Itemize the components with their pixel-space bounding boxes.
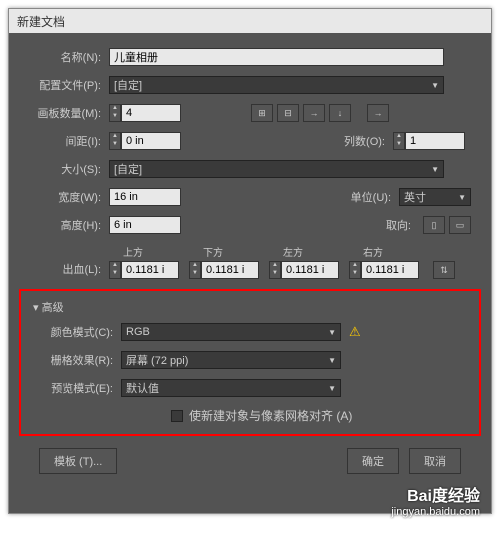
height-label: 高度(H): <box>29 217 109 233</box>
size-value: [自定] <box>114 161 142 177</box>
artboards-spinner[interactable]: ▲▼ <box>109 104 121 122</box>
spacing-spinner[interactable]: ▲▼ <box>109 132 121 150</box>
bleed-top-input[interactable] <box>121 261 179 279</box>
size-label: 大小(S): <box>29 161 109 177</box>
chevron-down-icon: ▼ <box>431 165 439 174</box>
bleed-right-spinner[interactable]: ▲▼ <box>349 261 361 279</box>
profile-label: 配置文件(P): <box>29 77 109 93</box>
watermark-logo: Bai度经验 <box>391 482 480 506</box>
units-label: 单位(U): <box>334 189 399 205</box>
width-input[interactable] <box>109 188 181 206</box>
name-input[interactable] <box>109 48 444 66</box>
dialog-title: 新建文档 <box>9 9 491 33</box>
chevron-down-icon: ▼ <box>458 193 466 202</box>
align-pixel-label: 使新建对象与像素网格对齐 (A) <box>189 407 352 424</box>
spacing-label: 间距(I): <box>29 133 109 149</box>
preview-select[interactable]: 默认值 ▼ <box>121 379 341 397</box>
artboards-label: 画板数量(M): <box>29 105 109 121</box>
new-document-dialog: 新建文档 名称(N): 配置文件(P): [自定] ▼ 画板数量(M): ▲▼ ⊞… <box>8 8 492 514</box>
template-button[interactable]: 模板 (T)... <box>39 448 117 474</box>
bleed-right-label: 右方 <box>363 244 383 259</box>
bleed-left-input[interactable] <box>281 261 339 279</box>
columns-spinner[interactable]: ▲▼ <box>393 132 405 150</box>
spacing-input[interactable] <box>121 132 181 150</box>
preview-value: 默认值 <box>126 380 159 396</box>
warning-icon: ⚠ <box>349 324 361 340</box>
colormode-label: 颜色模式(C): <box>41 324 121 340</box>
row-arrange-icon[interactable]: ⊟ <box>277 104 299 122</box>
units-select[interactable]: 英寸 ▼ <box>399 188 471 206</box>
direction-icon[interactable]: → <box>367 104 389 122</box>
bleed-top-spinner[interactable]: ▲▼ <box>109 261 121 279</box>
bleed-label: 出血(L): <box>29 261 109 277</box>
advanced-section: ▾ 高级 颜色模式(C): RGB ▼ ⚠ 栅格效果(R): 屏幕 (72 ppi… <box>19 289 481 436</box>
raster-select[interactable]: 屏幕 (72 ppi) ▼ <box>121 351 341 369</box>
colormode-select[interactable]: RGB ▼ <box>121 323 341 341</box>
advanced-title[interactable]: ▾ 高级 <box>33 299 479 315</box>
watermark-url: jingyan.baidu.com <box>391 506 480 518</box>
raster-label: 栅格效果(R): <box>41 352 121 368</box>
bleed-right-input[interactable] <box>361 261 419 279</box>
width-label: 宽度(W): <box>29 189 109 205</box>
bleed-bottom-label: 下方 <box>203 244 223 259</box>
bleed-bottom-spinner[interactable]: ▲▼ <box>189 261 201 279</box>
columns-input[interactable] <box>405 132 465 150</box>
chevron-down-icon: ▼ <box>328 356 336 365</box>
watermark: Bai度经验 jingyan.baidu.com <box>391 482 480 518</box>
columns-label: 列数(O): <box>328 133 393 149</box>
chevron-down-icon: ▼ <box>431 81 439 90</box>
ok-button[interactable]: 确定 <box>347 448 399 474</box>
chevron-down-icon: ▼ <box>328 328 336 337</box>
name-label: 名称(N): <box>29 49 109 65</box>
bleed-bottom-input[interactable] <box>201 261 259 279</box>
chevron-down-icon: ▼ <box>328 384 336 393</box>
bleed-left-spinner[interactable]: ▲▼ <box>269 261 281 279</box>
portrait-icon[interactable]: ▯ <box>423 216 445 234</box>
bleed-left-label: 左方 <box>283 244 303 259</box>
profile-select[interactable]: [自定] ▼ <box>109 76 444 94</box>
units-value: 英寸 <box>404 189 426 205</box>
height-input[interactable] <box>109 216 181 234</box>
grid-arrange-icon[interactable]: ⊞ <box>251 104 273 122</box>
raster-value: 屏幕 (72 ppi) <box>126 352 188 368</box>
align-pixel-checkbox[interactable] <box>171 410 183 422</box>
size-select[interactable]: [自定] ▼ <box>109 160 444 178</box>
artboards-input[interactable] <box>121 104 181 122</box>
colormode-value: RGB <box>126 326 150 338</box>
orientation-label: 取向: <box>354 217 419 233</box>
preview-label: 预览模式(E): <box>41 380 121 396</box>
bleed-top-label: 上方 <box>123 244 143 259</box>
landscape-icon[interactable]: ▭ <box>449 216 471 234</box>
link-bleed-icon[interactable]: ⇅ <box>433 261 455 279</box>
profile-value: [自定] <box>114 77 142 93</box>
arrow-down-icon[interactable]: ↓ <box>329 104 351 122</box>
cancel-button[interactable]: 取消 <box>409 448 461 474</box>
arrow-right-icon[interactable]: → <box>303 104 325 122</box>
